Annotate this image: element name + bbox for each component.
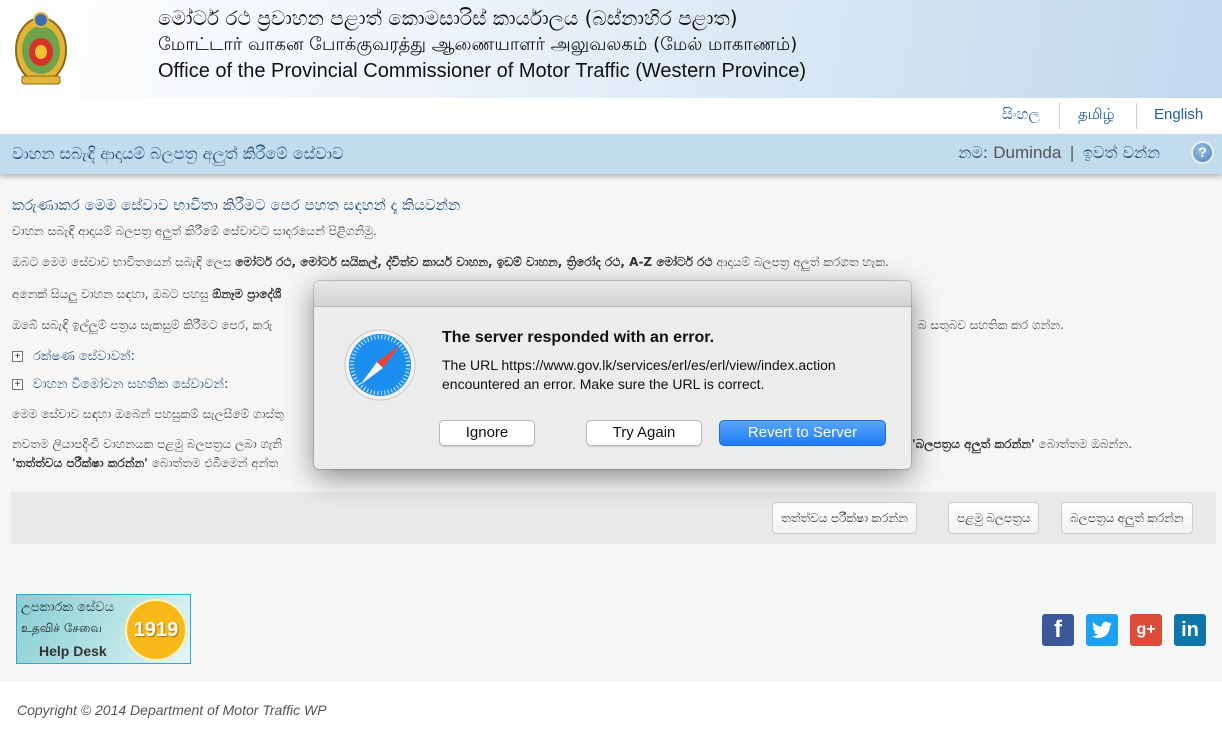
renew-license-button[interactable]: බලපත්‍රය අලුත් කරන්න <box>1061 502 1193 534</box>
expander-label: රක්ෂණ සේවාවන්: <box>33 349 136 364</box>
text-segment: අනෙක් සියලු වාහන සඳහා, ඔබට පහසු <box>12 287 213 301</box>
try-again-button[interactable]: Try Again <box>586 420 702 446</box>
action-panel: තත්ත්වය පරීක්ෂා කරන්න පළමු බලපත්‍රය බලපත… <box>11 492 1216 544</box>
vehicle-types-bold: මෝටර් රථ, මෝටර් සයිකල්, ද්විත්ව කාර්ය වා… <box>235 255 713 269</box>
text-bold: 'බලපත්‍රය අලුත් කරන්න' <box>912 437 1035 451</box>
expand-plus-icon[interactable]: + <box>12 379 23 390</box>
check-text: ඔබේ සබැඳි ඉල්ලුම් පත්‍රය සැකසුම් කිරීමට … <box>12 318 273 332</box>
other-vehicles-text: අනෙක් සියලු වාහන සඳහා, ඔබට පහසු ඕනෑම ප්‍… <box>12 287 281 302</box>
revert-to-server-button[interactable]: Revert to Server <box>719 420 886 446</box>
first-license-button[interactable]: පළමු බලපත්‍රය <box>948 502 1040 534</box>
text-segment: බොත්තම ඔබන්න. <box>1034 437 1132 451</box>
help-desk-english: Help Desk <box>39 643 107 659</box>
text-bold: 'තත්ත්වය පරීක්ෂා කරන්න' <box>12 456 148 470</box>
ignore-button[interactable]: Ignore <box>439 420 535 446</box>
fee-text: මෙම සේවාව සඳහා ඔබෙන් පහසුකම් සැලසීමේ ගාස… <box>12 407 284 421</box>
separator: | <box>1069 143 1075 162</box>
divider <box>1136 103 1137 129</box>
help-desk-tamil: உதவிச் சேவை <box>21 621 102 635</box>
facebook-icon[interactable]: f <box>1042 614 1074 646</box>
linkedin-icon[interactable]: in <box>1174 614 1206 646</box>
text-segment: ආදායම් බලපත්‍ර අලුත් කරගත හැක. <box>712 255 889 269</box>
help-icon[interactable]: ? <box>1191 141 1214 164</box>
language-english-link[interactable]: English <box>1154 106 1203 123</box>
help-desk-banner[interactable]: උපකාරක සේවය உதவிச் சேவை Help Desk 1919 <box>16 594 191 664</box>
service-title: වාහන සබැඳි ආදායම් බලපත්‍ර අලුත් කිරීමේ ස… <box>12 144 344 163</box>
expand-plus-icon[interactable]: + <box>12 351 23 362</box>
title-sinhala: මෝටර් රථ ප්‍රවාහන පළාත් කොමසාරිස් කාර්යා… <box>158 6 738 30</box>
dialog-title: The server responded with an error. <box>442 329 715 346</box>
title-tamil: மோட்டார் வாகன போக்குவரத்து ஆணையாளர் அலுவ… <box>158 34 798 55</box>
title-english: Office of the Provincial Commissioner of… <box>158 60 806 82</box>
check-status-button[interactable]: තත්ත්වය පරීක්ෂා කරන්න <box>772 502 917 534</box>
text-segment: බොත්තම එබීමෙන් අන්ත <box>147 456 279 470</box>
vehicle-types-text: ඔබට මෙම සේවාව භාවිතයෙන් සබැඳි ලෙස මෝටර් … <box>12 255 889 270</box>
google-plus-icon[interactable]: g+ <box>1130 614 1162 646</box>
twitter-icon[interactable] <box>1086 614 1118 646</box>
language-sinhala-link[interactable]: සිංහල <box>1002 106 1040 123</box>
user-name: Duminda <box>993 143 1062 162</box>
intro-heading: කරුණාකර මෙම සේවාව භාවිතා කිරීමට පෙර පහත … <box>12 196 461 214</box>
help-desk-sinhala: උපකාරක සේවය <box>21 600 114 615</box>
user-name-label: නම: <box>958 143 989 162</box>
welcome-text: වාහන සබැඳි ආදායම් බලපත්‍ර අලුත් කිරීමේ ස… <box>12 224 377 238</box>
user-info: නම: Duminda | ඉවත් වන්න <box>958 143 1160 163</box>
dialog-message: The URL https://www.gov.lk/services/erl/… <box>442 357 836 392</box>
check-status-text: 'තත්ත්වය පරීක්ෂා කරන්න' බොත්තම එබීමෙන් අ… <box>12 456 278 471</box>
new-vehicle-text-end: 'බලපත්‍රය අලුත් කරන්න' බොත්තම ඔබන්න. <box>912 437 1132 452</box>
text-segment: ඔබට මෙම සේවාව භාවිතයෙන් සබැඳි ලෙස <box>12 255 236 269</box>
site-header: මෝටර් රථ ප්‍රවාහන පළාත් කොමසාරිස් කාර්යා… <box>0 0 1222 98</box>
check-text-end: බ සතුබව සහතික කර ගන්න. <box>918 318 1064 332</box>
twitter-bird-icon <box>1092 621 1112 638</box>
service-bar: වාහන සබැඳි ආදායම් බලපත්‍ර අලුත් කිරීමේ ස… <box>0 134 1222 174</box>
language-bar: සිංහල தமிழ் English <box>0 98 1222 134</box>
logout-link[interactable]: ඉවත් වන්න <box>1083 143 1160 162</box>
help-desk-number-badge: 1919 <box>125 599 187 661</box>
dialog-titlebar[interactable] <box>314 281 911 307</box>
expander-label: වාහන විමෝචන සහතික සේවාවන්: <box>33 377 229 392</box>
new-vehicle-text: නවතම ලියාපදිංචි වාහනයක පළමු බලපත්‍රය ලබා… <box>12 437 283 451</box>
safari-compass-icon <box>344 329 416 401</box>
expander-emission[interactable]: + වාහන විමෝචන සහතික සේවාවන්: <box>12 377 228 392</box>
divider <box>1059 103 1060 129</box>
expander-insurance[interactable]: + රක්ෂණ සේවාවන්: <box>12 349 135 364</box>
text-bold: ඕනෑම ප්‍රාදේශී <box>212 287 282 301</box>
copyright-text: Copyright © 2014 Department of Motor Tra… <box>17 702 327 718</box>
error-dialog: The server responded with an error. The … <box>314 281 911 469</box>
language-tamil-link[interactable]: தமிழ் <box>1078 106 1115 125</box>
footer: Copyright © 2014 Department of Motor Tra… <box>0 682 1222 738</box>
sri-lanka-emblem-icon <box>15 12 67 85</box>
